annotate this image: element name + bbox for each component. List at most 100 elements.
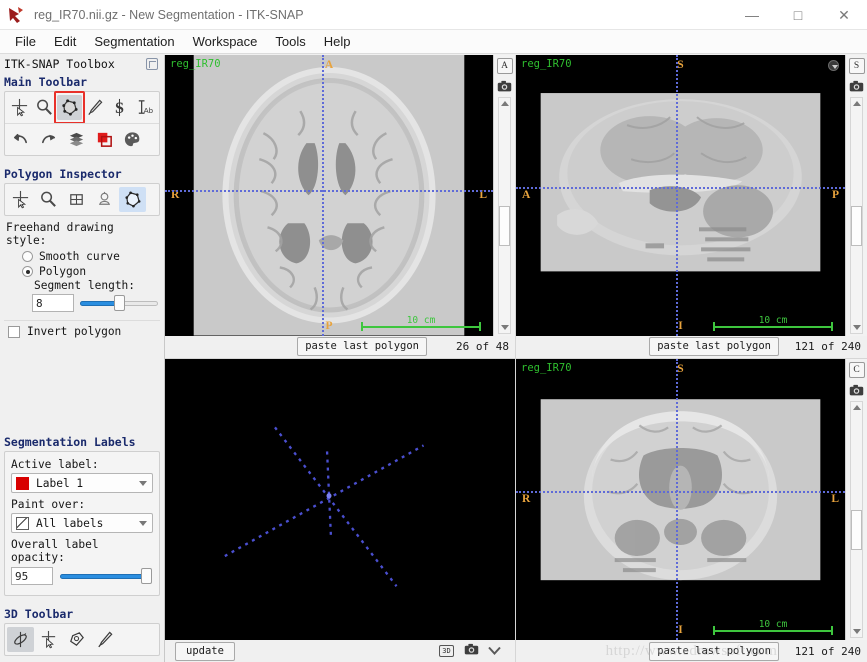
- menu-segmentation[interactable]: Segmentation: [85, 32, 183, 51]
- polygon-tool-button[interactable]: [54, 91, 85, 124]
- toolbox-title: ITK-SNAP Toolbox: [4, 57, 115, 71]
- sagittal-paste-last-polygon-button[interactable]: paste last polygon: [649, 337, 779, 356]
- scroll-up-arrow-icon[interactable]: [853, 101, 861, 106]
- scroll-thumb[interactable]: [851, 205, 862, 246]
- snake-head-icon: [99, 191, 110, 205]
- radio-polygon[interactable]: Polygon: [0, 264, 164, 279]
- label-editor-button[interactable]: [91, 127, 118, 152]
- sagittal-plane-button[interactable]: S: [848, 58, 865, 74]
- segment-length-input[interactable]: [32, 294, 74, 312]
- threeD-viewport[interactable]: update 3D: [165, 358, 516, 662]
- sagittal-collapse-icon[interactable]: [828, 60, 839, 71]
- coronal-viewport[interactable]: reg_IR70 S I R L 10 cm C paste last poly…: [516, 358, 867, 662]
- toolbar-3d-row: [5, 624, 159, 655]
- coronal-paste-last-polygon-button[interactable]: paste last polygon: [649, 641, 779, 661]
- tab-grid[interactable]: [63, 187, 90, 212]
- scroll-thumb[interactable]: [499, 205, 510, 246]
- menu-file[interactable]: File: [6, 32, 45, 51]
- sagittal-viewport[interactable]: reg_IR70 S I A P 10 cm S paste last poly…: [516, 55, 867, 359]
- axial-viewport[interactable]: reg_IR70 A P R L 10 cm A paste last poly…: [165, 55, 516, 359]
- redo-arrow-icon: [41, 134, 56, 144]
- zoom-pan-tool-button[interactable]: [32, 95, 56, 120]
- menu-workspace[interactable]: Workspace: [184, 32, 267, 51]
- opacity-caption: Overall label opacity:: [11, 538, 99, 564]
- axial-crosshair-vertical[interactable]: [322, 55, 325, 336]
- paint-over-combo[interactable]: All labels: [11, 513, 153, 533]
- close-button[interactable]: ✕: [821, 0, 867, 30]
- crosshair-tool-button[interactable]: [7, 95, 31, 120]
- threeD-chevron-button[interactable]: [488, 642, 501, 660]
- sagittal-slice-scrollbar[interactable]: [850, 97, 863, 334]
- trackball-icon: [14, 631, 27, 648]
- spray-tool-button[interactable]: [63, 627, 90, 652]
- coronal-plane-button[interactable]: C: [848, 361, 865, 378]
- threeD-canvas[interactable]: [165, 358, 515, 640]
- opacity-slider[interactable]: [60, 567, 152, 585]
- viewport-grid: reg_IR70 A P R L 10 cm A paste last poly…: [165, 55, 867, 662]
- threeD-camera-button[interactable]: [463, 642, 479, 656]
- tab-polygon[interactable]: [119, 187, 146, 212]
- redo-button[interactable]: [35, 127, 62, 152]
- threeD-update-button[interactable]: update: [175, 641, 235, 661]
- toolbar-3d-title: 3D Toolbar: [4, 607, 74, 621]
- coronal-camera-button[interactable]: [849, 383, 865, 397]
- tab-snake[interactable]: [91, 187, 118, 212]
- layer-inspector-button[interactable]: [63, 127, 90, 152]
- opacity-input[interactable]: [11, 567, 53, 585]
- scroll-down-arrow-icon[interactable]: [501, 324, 509, 330]
- segmentation-labels-title: Segmentation Labels: [4, 435, 136, 449]
- maximize-button[interactable]: □: [775, 0, 821, 30]
- scroll-up-arrow-icon[interactable]: [853, 404, 861, 410]
- scalpel-tool-button[interactable]: [91, 627, 118, 652]
- sagittal-crosshair-vertical[interactable]: [675, 55, 678, 336]
- axial-footer: paste last polygon 26 of 48: [165, 335, 515, 358]
- sagittal-render[interactable]: reg_IR70 S I A P 10 cm: [516, 55, 845, 336]
- coronal-canvas[interactable]: reg_IR70 S I R L 10 cm C: [516, 358, 867, 640]
- undo-button[interactable]: [7, 127, 34, 152]
- appearance-button[interactable]: [119, 127, 146, 152]
- trackball-tool-button[interactable]: [7, 627, 34, 652]
- scroll-down-arrow-icon[interactable]: [853, 629, 861, 634]
- title-bar: reg_IR70.nii.gz - New Segmentation - ITK…: [0, 0, 867, 30]
- tab-crosshair[interactable]: [7, 187, 34, 212]
- axial-crosshair-horizontal[interactable]: [165, 189, 493, 192]
- threeD-mode-icon[interactable]: 3D: [439, 645, 454, 657]
- tab-zoom[interactable]: [35, 187, 62, 212]
- snake-tool-button[interactable]: S: [108, 95, 132, 120]
- paintbrush-tool-button[interactable]: [83, 95, 107, 120]
- scroll-down-arrow-icon[interactable]: [853, 324, 861, 330]
- sagittal-crosshair-horizontal[interactable]: [516, 186, 845, 189]
- axial-plane-button[interactable]: A: [496, 58, 513, 74]
- segment-length-slider[interactable]: [80, 294, 158, 312]
- active-label-combo[interactable]: Label 1: [11, 473, 153, 493]
- slider-thumb[interactable]: [114, 295, 126, 311]
- menu-edit[interactable]: Edit: [45, 32, 85, 51]
- radio-smooth-curve[interactable]: Smooth curve: [0, 249, 164, 264]
- axial-camera-button[interactable]: [497, 79, 513, 93]
- menu-tools[interactable]: Tools: [266, 32, 314, 51]
- polygon-icon: [125, 191, 141, 208]
- toolbar-3d-box: [4, 623, 160, 656]
- annotation-tool-button[interactable]: Ab: [133, 95, 157, 120]
- invert-polygon-checkbox[interactable]: Invert polygon: [0, 321, 164, 342]
- axial-render[interactable]: reg_IR70 A P R L 10 cm: [165, 55, 493, 336]
- minimize-button[interactable]: —: [729, 0, 775, 30]
- axial-slice-scrollbar[interactable]: [498, 97, 511, 334]
- scroll-thumb[interactable]: [851, 509, 862, 550]
- slider-thumb[interactable]: [141, 568, 152, 584]
- coronal-crosshair-vertical[interactable]: [675, 358, 678, 640]
- coronal-slice-scrollbar[interactable]: [850, 400, 863, 638]
- coronal-render[interactable]: reg_IR70 S I R L 10 cm: [516, 358, 845, 640]
- sagittal-camera-button[interactable]: [849, 79, 865, 93]
- undock-icon[interactable]: [146, 58, 158, 70]
- crosshair-3d-tool-button[interactable]: [35, 627, 62, 652]
- grid-icon: [70, 194, 83, 205]
- axial-canvas[interactable]: reg_IR70 A P R L 10 cm A: [165, 55, 515, 336]
- menu-help[interactable]: Help: [315, 32, 360, 51]
- coronal-crosshair-horizontal[interactable]: [516, 490, 845, 493]
- threeD-render[interactable]: [165, 358, 493, 640]
- segmentation-labels-box: Active label: Label 1 Paint over: All la…: [4, 451, 160, 596]
- axial-paste-last-polygon-button[interactable]: paste last polygon: [297, 337, 427, 356]
- scroll-up-arrow-icon[interactable]: [501, 101, 509, 106]
- sagittal-canvas[interactable]: reg_IR70 S I A P 10 cm S: [516, 55, 867, 336]
